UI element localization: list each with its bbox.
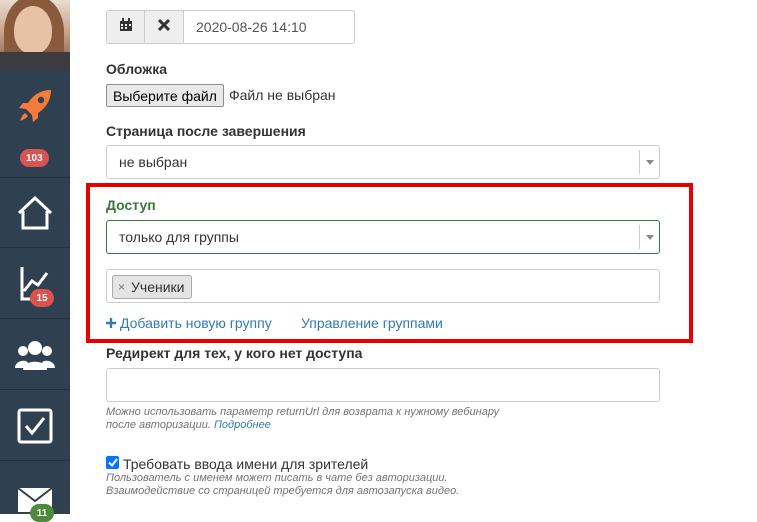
after-page-selected-value: не выбран: [119, 154, 188, 170]
users-icon: [15, 339, 55, 371]
date-picker: 2020-08-26 14:10: [106, 10, 355, 44]
mail-count-badge: 11: [30, 504, 54, 522]
rocket-icon: [17, 86, 55, 124]
sidebar-item-webinars[interactable]: 103: [0, 70, 70, 178]
chevron-down-icon: [639, 225, 659, 249]
avatar[interactable]: [0, 0, 70, 70]
check-icon: [107, 454, 118, 472]
calendar-button[interactable]: [106, 10, 145, 44]
redirect-help: Можно использовать параметр returnUrl дл…: [106, 406, 500, 431]
access-select[interactable]: только для группы: [106, 220, 660, 254]
access-label: Доступ: [106, 197, 156, 213]
require-name-checkbox[interactable]: [106, 456, 119, 469]
group-tag-label: Ученики: [131, 279, 185, 295]
sidebar-item-mail[interactable]: 11: [0, 462, 70, 522]
analytics-count-badge: 15: [30, 289, 54, 307]
sidebar-item-users[interactable]: [0, 320, 70, 390]
redirect-input[interactable]: [106, 368, 660, 402]
require-name-label: Требовать ввода имени для зрителей: [123, 456, 369, 472]
sidebar-item-tasks[interactable]: [0, 391, 70, 461]
close-icon: [157, 18, 171, 36]
webinar-settings-form: 2020-08-26 14:10 Обложка Выберите файл Ф…: [70, 0, 757, 514]
webinars-count-badge: 103: [20, 149, 49, 167]
require-name-help: Пользователь с именем может писать в чат…: [106, 472, 460, 497]
file-status: Файл не выбран: [229, 87, 336, 103]
cover-label: Обложка: [106, 61, 167, 77]
remove-tag-icon[interactable]: ×: [118, 280, 125, 294]
group-tag: × Ученики: [112, 275, 192, 299]
home-icon: [17, 195, 53, 230]
add-group-label: Добавить новую группу: [120, 315, 272, 331]
sidebar-item-home[interactable]: [0, 178, 70, 248]
sidebar: 103 15 11: [0, 0, 70, 522]
add-group-link[interactable]: Добавить новую группу: [106, 315, 272, 331]
redirect-label: Редирект для тех, у кого нет доступа: [106, 345, 363, 361]
after-page-label: Страница после завершения: [106, 123, 306, 139]
sidebar-item-analytics[interactable]: 15: [0, 249, 70, 319]
more-info-link[interactable]: Подробнее: [214, 419, 271, 431]
plus-icon: [106, 315, 116, 331]
date-input[interactable]: 2020-08-26 14:10: [184, 10, 355, 44]
calendar-icon: [119, 17, 133, 37]
clear-date-button[interactable]: [145, 10, 184, 44]
manage-groups-link[interactable]: Управление группами: [301, 315, 443, 331]
groups-tags-input[interactable]: × Ученики: [106, 269, 660, 303]
after-page-select[interactable]: не выбран: [106, 145, 660, 179]
access-selected-value: только для группы: [119, 229, 239, 245]
choose-file-button[interactable]: Выберите файл: [106, 84, 224, 107]
chevron-down-icon: [639, 150, 659, 174]
checkbox-icon: [17, 408, 53, 444]
